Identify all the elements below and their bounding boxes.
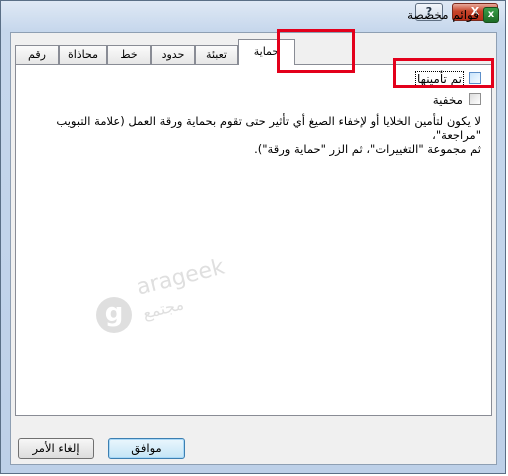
locked-option[interactable]: تم تأمينها (381, 71, 481, 87)
title-bar[interactable]: ? X قوائم مخصصة x (1, 1, 505, 31)
tab-font[interactable]: خط (107, 45, 151, 64)
tab-border[interactable]: حدود (151, 45, 195, 64)
tab-alignment[interactable]: محاذاة (59, 45, 107, 64)
hidden-label[interactable]: مخفية (433, 93, 463, 107)
hidden-checkbox[interactable] (469, 93, 481, 105)
ok-button[interactable]: موافق (108, 438, 185, 459)
tab-number[interactable]: رقم (15, 45, 59, 64)
protection-note: لا يكون لتأمين الخلايا أو لإخفاء الصيغ أ… (26, 114, 481, 156)
protection-tab-content: تم تأمينها مخفية لا يكون لتأمين الخلايا … (15, 64, 492, 416)
locked-label[interactable]: تم تأمينها (415, 71, 464, 87)
tab-fill[interactable]: تعبئة (195, 45, 238, 64)
excel-app-icon: x (483, 7, 499, 23)
protection-note-line-1: لا يكون لتأمين الخلايا أو لإخفاء الصيغ أ… (56, 114, 481, 142)
tab-protection[interactable]: حماية (238, 39, 295, 65)
window-title: قوائم مخصصة (407, 8, 479, 22)
format-cells-dialog: ? X قوائم مخصصة x رقم محاذاة خط حدود تعب… (0, 0, 506, 474)
tab-strip: رقم محاذاة خط حدود تعبئة حماية (15, 39, 485, 65)
hidden-option[interactable]: مخفية (381, 93, 481, 107)
cancel-button[interactable]: إلغاء الأمر (18, 438, 94, 459)
arageek-logo-icon: g (96, 297, 132, 333)
locked-checkbox[interactable] (469, 72, 481, 84)
protection-note-line-2: ثم مجموعة "التغييرات"، ثم الزر "حماية ور… (254, 142, 481, 156)
arageek-watermark: g arageek مجتمع (83, 254, 243, 334)
